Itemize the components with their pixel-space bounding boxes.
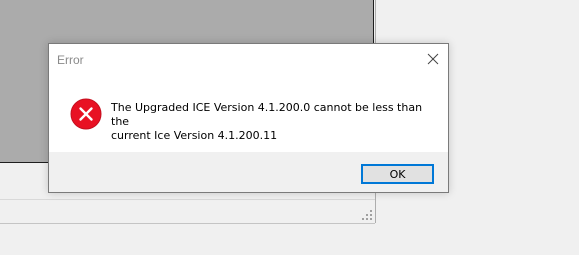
close-button[interactable] (418, 44, 448, 74)
error-message: The Upgraded ICE Version 4.1.200.0 canno… (111, 101, 423, 142)
dialog-title-bar[interactable]: Error (49, 44, 448, 74)
close-icon (427, 53, 439, 65)
dialog-content: The Upgraded ICE Version 4.1.200.0 canno… (49, 74, 448, 152)
dialog-title: Error (57, 53, 84, 67)
resize-grip-icon[interactable] (361, 209, 373, 221)
status-bar (0, 199, 375, 224)
ok-button[interactable]: OK (361, 164, 434, 184)
error-icon (70, 98, 102, 130)
error-dialog: Error The Upgraded ICE Version 4.1.200.0… (48, 43, 449, 193)
